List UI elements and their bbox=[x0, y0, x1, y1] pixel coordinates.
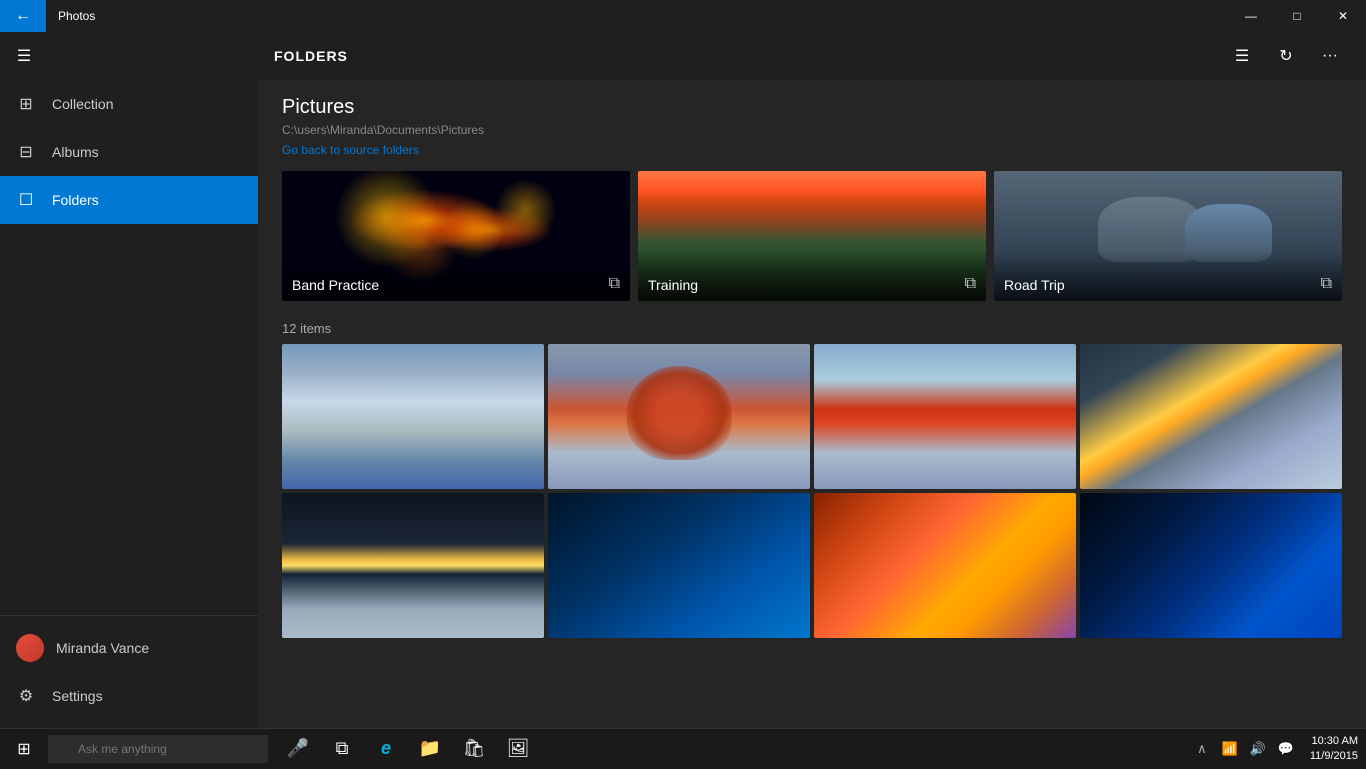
folder-band-practice[interactable]: Band Practice ⧉ bbox=[282, 171, 630, 301]
refresh-icon: ↻ bbox=[1279, 46, 1292, 66]
settings-label: Settings bbox=[52, 688, 103, 704]
user-profile[interactable]: Miranda Vance bbox=[0, 624, 258, 672]
folder-thumb-icon-road-trip: ⧉ bbox=[1321, 275, 1332, 293]
collection-icon: ⊞ bbox=[16, 94, 36, 114]
sidebar: ☰ ⊞ Collection ⊟ Albums ☐ Folders Mirand… bbox=[0, 32, 258, 728]
tray-expand[interactable]: ∧ bbox=[1190, 729, 1214, 769]
sidebar-item-label: Folders bbox=[52, 192, 99, 208]
taskbar-apps: 🎤 ⧉ e 📁 🛍 🖼 bbox=[276, 729, 540, 769]
taskbar-edge[interactable]: e bbox=[364, 729, 408, 769]
taskbar-task-view[interactable]: ⧉ bbox=[320, 729, 364, 769]
sidebar-nav: ⊞ Collection ⊟ Albums ☐ Folders bbox=[0, 80, 258, 615]
select-button[interactable]: ☰ bbox=[1222, 36, 1262, 76]
photo-cell[interactable] bbox=[814, 493, 1076, 638]
photos-icon: 🖼 bbox=[507, 738, 530, 759]
sidebar-item-albums[interactable]: ⊟ Albums bbox=[0, 128, 258, 176]
system-time: 10:30 AM 11/9/2015 bbox=[1310, 734, 1358, 763]
explorer-icon: 📁 bbox=[419, 738, 441, 759]
tray-volume[interactable]: 🔊 bbox=[1246, 729, 1270, 769]
photo-cell[interactable] bbox=[548, 493, 810, 638]
main-panel: FOLDERS ☰ ↻ ··· Pictures C:\users\Mirand… bbox=[258, 32, 1366, 728]
band-practice-label: Band Practice bbox=[292, 277, 379, 293]
folder-training[interactable]: Training ⧉ bbox=[638, 171, 986, 301]
photo-cell[interactable] bbox=[548, 344, 810, 489]
photo-cell[interactable] bbox=[814, 344, 1076, 489]
training-overlay: Training ⧉ bbox=[638, 251, 986, 301]
username: Miranda Vance bbox=[56, 640, 149, 656]
toolbar-actions: ☰ ↻ ··· bbox=[1222, 36, 1350, 76]
hamburger-button[interactable]: ☰ bbox=[0, 32, 48, 80]
taskbar: ⊞ 🔍 🎤 ⧉ e 📁 🛍 🖼 ∧ 📶 🔊 💬 10:30 AM 11/ bbox=[0, 728, 1366, 768]
refresh-button[interactable]: ↻ bbox=[1266, 36, 1306, 76]
photo-cell[interactable] bbox=[1080, 493, 1342, 638]
hamburger-icon: ☰ bbox=[17, 46, 31, 66]
app-title: Photos bbox=[58, 9, 95, 23]
folder-thumb-icon-band: ⧉ bbox=[609, 275, 620, 293]
sidebar-item-label: Albums bbox=[52, 144, 99, 160]
maximize-button[interactable]: □ bbox=[1274, 0, 1320, 32]
close-button[interactable]: ✕ bbox=[1320, 0, 1366, 32]
more-button[interactable]: ··· bbox=[1310, 36, 1350, 76]
titlebar-left: ← Photos bbox=[0, 0, 95, 32]
search-wrap: 🔍 bbox=[48, 735, 268, 763]
more-icon: ··· bbox=[1322, 47, 1338, 65]
sidebar-item-collection[interactable]: ⊞ Collection bbox=[0, 80, 258, 128]
subfolders-grid: Band Practice ⧉ Training ⧉ bbox=[282, 171, 1342, 301]
task-view-icon: ⧉ bbox=[336, 738, 349, 759]
select-icon: ☰ bbox=[1235, 46, 1249, 66]
sidebar-item-label: Collection bbox=[52, 96, 113, 112]
minimize-button[interactable]: — bbox=[1228, 0, 1274, 32]
search-input[interactable] bbox=[48, 735, 268, 763]
road-trip-overlay: Road Trip ⧉ bbox=[994, 251, 1342, 301]
items-count: 12 items bbox=[282, 321, 1342, 336]
edge-icon: e bbox=[381, 738, 391, 759]
photo-cell[interactable] bbox=[1080, 344, 1342, 489]
sidebar-item-folders[interactable]: ☐ Folders bbox=[0, 176, 258, 224]
avatar-image bbox=[16, 634, 44, 662]
folders-icon: ☐ bbox=[16, 190, 36, 210]
content-area: Pictures C:\users\Miranda\Documents\Pict… bbox=[258, 80, 1366, 728]
tray-network[interactable]: 📶 bbox=[1218, 729, 1242, 769]
start-button[interactable]: ⊞ bbox=[0, 729, 48, 769]
albums-icon: ⊟ bbox=[16, 142, 36, 162]
taskbar-mic[interactable]: 🎤 bbox=[276, 729, 320, 769]
training-label: Training bbox=[648, 277, 698, 293]
road-trip-label: Road Trip bbox=[1004, 277, 1065, 293]
folders-toolbar: FOLDERS ☰ ↻ ··· bbox=[258, 32, 1366, 80]
start-icon: ⊞ bbox=[17, 739, 30, 759]
back-icon: ← bbox=[15, 7, 31, 25]
app-body: ☰ ⊞ Collection ⊟ Albums ☐ Folders Mirand… bbox=[0, 32, 1366, 728]
photo-grid bbox=[282, 344, 1342, 638]
folder-path: C:\users\Miranda\Documents\Pictures bbox=[282, 123, 1342, 137]
photo-cell[interactable] bbox=[282, 344, 544, 489]
settings-item[interactable]: ⚙ Settings bbox=[0, 672, 258, 720]
avatar bbox=[16, 634, 44, 662]
mic-icon: 🎤 bbox=[287, 738, 309, 759]
store-icon: 🛍 bbox=[463, 738, 486, 759]
settings-icon: ⚙ bbox=[16, 686, 36, 706]
taskbar-explorer[interactable]: 📁 bbox=[408, 729, 452, 769]
pictures-header: Pictures C:\users\Miranda\Documents\Pict… bbox=[282, 96, 1342, 159]
tray-action-center[interactable]: 💬 bbox=[1274, 729, 1298, 769]
clock-time: 10:30 AM bbox=[1310, 734, 1358, 748]
clock-date: 11/9/2015 bbox=[1310, 749, 1358, 763]
taskbar-store[interactable]: 🛍 bbox=[452, 729, 496, 769]
taskbar-photos[interactable]: 🖼 bbox=[496, 729, 540, 769]
window-controls: — □ ✕ bbox=[1228, 0, 1366, 32]
taskbar-right: ∧ 📶 🔊 💬 10:30 AM 11/9/2015 bbox=[1190, 729, 1366, 769]
band-practice-overlay: Band Practice ⧉ bbox=[282, 251, 630, 301]
back-button[interactable]: ← bbox=[0, 0, 46, 32]
toolbar-title: FOLDERS bbox=[274, 48, 348, 64]
titlebar: ← Photos — □ ✕ bbox=[0, 0, 1366, 32]
sidebar-bottom: Miranda Vance ⚙ Settings bbox=[0, 615, 258, 728]
folder-road-trip[interactable]: Road Trip ⧉ bbox=[994, 171, 1342, 301]
photo-cell[interactable] bbox=[282, 493, 544, 638]
folder-thumb-icon-training: ⧉ bbox=[965, 275, 976, 293]
source-folders-link[interactable]: Go back to source folders bbox=[282, 143, 419, 157]
pictures-folder-title: Pictures bbox=[282, 96, 1342, 119]
